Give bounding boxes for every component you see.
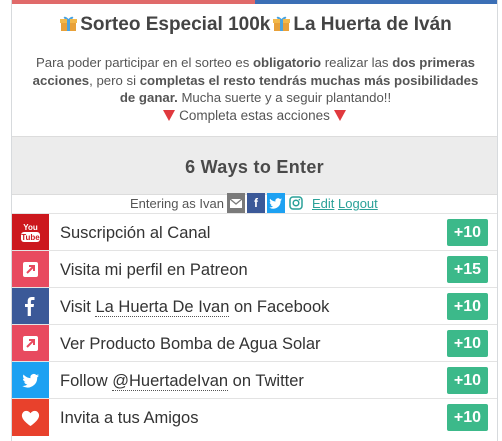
- entry-label-text: on Facebook: [229, 298, 330, 316]
- desc-text: Para poder participar en el sorteo es: [35, 55, 253, 70]
- entering-as-bar: Entering as Ivan f Edit Logout: [12, 193, 497, 213]
- top-accent-left: [12, 0, 255, 4]
- title-part2: La Huerta de Iván: [293, 14, 452, 35]
- giveaway-title: Sorteo Especial 100k La Huerta de Iván: [12, 14, 497, 36]
- entry-row-twitter[interactable]: Follow @HuertadeIvan on Twitter +10: [12, 361, 497, 399]
- instagram-icon[interactable]: [287, 193, 305, 213]
- points-badge: +10: [447, 367, 488, 394]
- entry-row-producto[interactable]: Ver Producto Bomba de Agua Solar +10: [12, 324, 497, 362]
- svg-text:Tube: Tube: [21, 233, 40, 242]
- ways-title: 6 Ways to Enter: [185, 157, 324, 177]
- giveaway-widget: Sorteo Especial 100k La Huerta de Iván P…: [11, 0, 498, 441]
- top-accent-right: [254, 0, 497, 4]
- entry-label-text: on Twitter: [228, 372, 304, 390]
- entry-label: Visit La Huerta De Ivan on Facebook: [60, 298, 329, 317]
- points-badge: +10: [447, 219, 488, 246]
- points-badge: +15: [447, 256, 488, 283]
- entry-label: Visita mi perfil en Patreon: [60, 261, 248, 279]
- top-accent-bar: [12, 0, 497, 4]
- title-part1: Sorteo Especial 100k: [80, 14, 271, 35]
- giveaway-description: Para poder participar en el sorteo es ob…: [30, 54, 481, 107]
- link-arrow-icon: [12, 251, 49, 288]
- entry-label-text: Follow: [60, 372, 113, 390]
- logout-link[interactable]: Logout: [338, 196, 378, 211]
- entry-label-link[interactable]: @HuertadeIvan: [112, 372, 229, 391]
- entry-label: Suscripción al Canal: [60, 224, 211, 242]
- entry-row-youtube[interactable]: You Tube Suscripción al Canal +10: [12, 213, 497, 251]
- gift-icon: [60, 15, 78, 32]
- points-badge: +10: [447, 293, 488, 320]
- entry-label: Follow @HuertadeIvan on Twitter: [60, 372, 304, 391]
- svg-text:You: You: [23, 223, 38, 232]
- link-arrow-icon: [12, 325, 49, 362]
- down-triangle-icon: [163, 110, 176, 121]
- twitter-icon[interactable]: [267, 193, 285, 213]
- edit-link[interactable]: Edit: [312, 196, 334, 211]
- points-badge: +10: [447, 330, 488, 357]
- facebook-icon: [12, 288, 49, 325]
- entering-as-label: Entering as Ivan: [130, 196, 224, 211]
- mail-icon[interactable]: [227, 193, 245, 213]
- complete-actions-text: Completa estas acciones: [179, 108, 330, 123]
- desc-bold: obligatorio: [252, 55, 322, 70]
- entry-label-link[interactable]: La Huerta De Ivan: [95, 298, 230, 317]
- twitter-icon: [12, 362, 49, 399]
- gift-icon: [273, 15, 291, 32]
- entry-label-text: Visit: [60, 298, 96, 316]
- facebook-icon[interactable]: f: [247, 193, 265, 213]
- ways-header: 6 Ways to Enter: [12, 136, 497, 195]
- youtube-icon: You Tube: [12, 214, 49, 251]
- desc-text: realizar las: [321, 55, 393, 70]
- desc-text: Mucha suerte y a seguir plantando!!: [177, 90, 392, 105]
- entry-row-invite[interactable]: Invita a tus Amigos +10: [12, 398, 497, 436]
- entry-label: Ver Producto Bomba de Agua Solar: [60, 335, 321, 353]
- entry-label: Invita a tus Amigos: [60, 409, 199, 427]
- entry-row-patreon[interactable]: Visita mi perfil en Patreon +15: [12, 250, 497, 288]
- down-triangle-icon: [333, 110, 346, 121]
- points-badge: +10: [447, 404, 488, 431]
- desc-text: , pero si: [89, 72, 140, 88]
- complete-actions-hint: Completa estas acciones: [12, 108, 497, 123]
- heart-icon: [12, 399, 49, 436]
- entry-row-facebook[interactable]: Visit La Huerta De Ivan on Facebook +10: [12, 287, 497, 325]
